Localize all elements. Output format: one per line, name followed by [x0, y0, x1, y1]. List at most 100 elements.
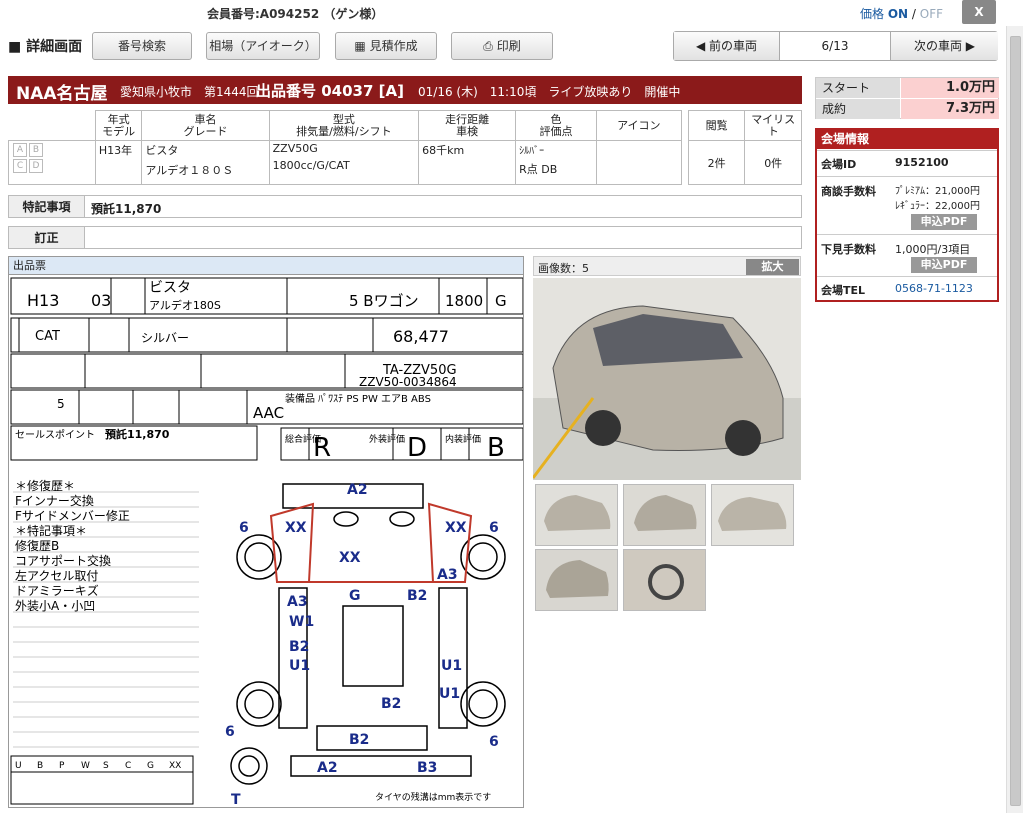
- inspect-apply-pdf-button[interactable]: 申込PDF: [911, 257, 977, 273]
- car-grade: アルデオ１８０Ｓ: [145, 164, 234, 177]
- calculator-icon: ▦: [354, 39, 370, 53]
- auction-sheet[interactable]: 出品票 H13 03 ビスタ アルデオ180S 5 Bワゴン 1800 G CA…: [8, 256, 524, 808]
- damage-mark: U1: [289, 658, 310, 674]
- vehicle-info-table: 年式 モデル 車名 グレード 型式 排気量/燃料/シフト 走行距離 車検 色 評…: [8, 110, 802, 185]
- col-year: 年式 モデル: [94, 110, 143, 141]
- price-toggle[interactable]: 価格 ON / OFF: [860, 5, 943, 22]
- cell-mileage: 68千km: [418, 140, 517, 185]
- history-line: コアサポート交換: [15, 553, 111, 568]
- damage-mark: XX: [339, 550, 361, 566]
- member-number: 会員番号:A094252 （ゲン様）: [207, 7, 384, 21]
- close-button[interactable]: X: [962, 0, 996, 24]
- auction-time: 01/16 (木) 11:10頃 ライブ放映あり 開催中: [418, 85, 681, 99]
- grade-b: B: [29, 143, 43, 157]
- sheet-title: 出品票: [9, 257, 523, 275]
- car-photo-icon: [531, 278, 801, 480]
- photo-header: 画像数：5 拡大: [533, 256, 801, 276]
- venue-id-value: 9152100: [895, 156, 949, 169]
- start-value: 1.0万円: [901, 78, 999, 98]
- fee-label: 商談手数料: [821, 185, 876, 198]
- photo-thumb-2[interactable]: [623, 484, 706, 546]
- venue-tel-label: 会場TEL: [821, 284, 866, 297]
- damage-mark: B2: [407, 588, 427, 604]
- col-name: 車名 グレード: [141, 110, 270, 141]
- photo-count: 画像数：5: [538, 262, 589, 275]
- cell-icon: [595, 140, 682, 185]
- photo-thumb-3[interactable]: [711, 484, 794, 546]
- car-thumb-icon: [712, 485, 793, 545]
- photo-thumb-1[interactable]: [535, 484, 618, 546]
- sheet-car-name: ビスタ: [149, 280, 191, 296]
- car-score: R点 DB: [519, 163, 558, 176]
- legend-p: P: [59, 761, 65, 771]
- sheet-equip: 装備品 ﾊﾟﾜｽﾃ PS PW エアB ABS: [285, 392, 431, 405]
- legend-u: U: [15, 761, 22, 771]
- col-icon: アイコン: [595, 110, 682, 141]
- photo-thumb-4[interactable]: [535, 549, 618, 611]
- sheet-overall: R: [313, 433, 331, 463]
- lot-header: NAA名古屋 愛知県小牧市 第1444回 出品番号 04037 [A] 01/1…: [8, 76, 802, 104]
- cell-color: ｼﾙﾊﾞｰ R点 DB: [515, 140, 597, 185]
- scrollbar-thumb[interactable]: [1010, 36, 1021, 806]
- fee-apply-pdf-button[interactable]: 申込PDF: [911, 214, 977, 230]
- estimate-label: 見積作成: [369, 39, 418, 53]
- number-search-button[interactable]: 番号検索: [92, 32, 192, 60]
- inspect-fee-value: 1,000円/3項目: [895, 243, 971, 256]
- car-thumb-icon: [536, 485, 617, 545]
- price-off[interactable]: OFF: [920, 7, 943, 21]
- vehicle-counter: 6/13: [821, 39, 849, 53]
- history-line: ドアミラーキズ: [15, 583, 99, 598]
- prev-vehicle-button[interactable]: ◀ 前の車両: [674, 32, 780, 60]
- sheet-seats: 5: [57, 397, 65, 411]
- history-line: ＊特記事項＊: [15, 523, 87, 538]
- final-label: 成約: [816, 99, 900, 119]
- grade-header-empty: [9, 111, 96, 141]
- sheet-cc: 1800: [445, 292, 483, 310]
- tokki-row: 特記事項 預託11,870: [8, 195, 802, 218]
- next-vehicle-button[interactable]: 次の車両 ▶: [890, 32, 998, 60]
- car-thumb-icon: [624, 485, 705, 545]
- col-type: 型式 排気量/燃料/シフト: [268, 110, 420, 141]
- price-label: 価格: [860, 7, 885, 21]
- photo-header-bar: 画像数：5 拡大: [533, 256, 801, 276]
- history-line: Fサイドメンバー修正: [15, 508, 130, 523]
- cell-gap: [680, 140, 689, 185]
- market-button[interactable]: 相場（アイオーク）: [206, 32, 320, 60]
- damage-mark: U1: [439, 686, 460, 702]
- damage-mark: G: [349, 588, 361, 604]
- legend-g: G: [147, 761, 154, 771]
- scrollbar[interactable]: [1006, 26, 1023, 813]
- lot-number: 出品番号 04037 [A]: [256, 82, 404, 100]
- car-name: ビスタ: [145, 144, 179, 157]
- grade-a: A: [13, 143, 27, 157]
- cell-views: 2件: [687, 140, 746, 185]
- zoom-button[interactable]: 拡大: [746, 259, 799, 275]
- damage-mark: 6: [489, 520, 499, 536]
- sheet-fuel: G: [495, 292, 507, 310]
- legend-xx: XX: [169, 761, 181, 771]
- print-button[interactable]: ⎙ 印刷: [451, 32, 553, 60]
- damage-mark: B2: [381, 696, 401, 712]
- history-line: ＊修復歴＊: [15, 478, 75, 493]
- grade-d: D: [29, 159, 43, 173]
- damage-mark: XX: [445, 520, 467, 536]
- photo-thumb-5[interactable]: [623, 549, 706, 611]
- car-color: ｼﾙﾊﾞｰ: [519, 146, 545, 157]
- history-line: 修復歴B: [15, 538, 59, 553]
- tire-note: タイヤの残溝はmm表示です: [375, 791, 491, 803]
- price-sep: /: [908, 7, 920, 21]
- main-car-photo[interactable]: [531, 278, 801, 480]
- grade-boxes: AB CD: [8, 140, 96, 185]
- damage-mark: 6: [239, 520, 249, 536]
- damage-mark: 6: [225, 724, 235, 740]
- damage-mark: XX: [285, 520, 307, 536]
- venue-tel-value[interactable]: 0568-71-1123: [895, 282, 973, 295]
- auction-name: NAA名古屋: [16, 84, 108, 104]
- sheet-shift: CAT: [35, 329, 60, 344]
- estimate-button[interactable]: ▦ 見積作成: [335, 32, 437, 60]
- sheet-drawing: H13 03 ビスタ アルデオ180S 5 Bワゴン 1800 G CAT シル…: [10, 277, 523, 808]
- teisei-row: 訂正: [8, 226, 802, 249]
- sheet-sales-point: 預託11,870: [105, 427, 170, 441]
- sheet-month: 03: [91, 291, 111, 310]
- price-on[interactable]: ON: [888, 7, 908, 21]
